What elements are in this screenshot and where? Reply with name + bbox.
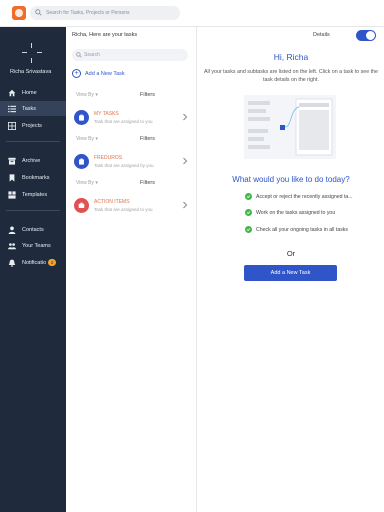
sidebar-item-label: Home xyxy=(22,89,37,96)
task-category-icon xyxy=(74,154,89,169)
task-category-icon xyxy=(74,198,89,213)
option-work-on-tasks[interactable]: Work on the tasks assigned to you xyxy=(245,209,335,216)
search-icon xyxy=(76,52,82,58)
sidebar-item-templates[interactable]: Templates xyxy=(0,187,66,202)
add-new-task-button[interactable]: Add a New Task xyxy=(244,265,337,281)
sidebar-item-label: Tasks xyxy=(22,105,37,112)
search-icon xyxy=(35,9,42,16)
chevron-right-icon xyxy=(183,113,188,121)
filters-button[interactable]: Filters xyxy=(140,180,155,186)
sidebar-item-archive[interactable]: Archive xyxy=(0,153,66,168)
sidebar-item-label: Bookmarks xyxy=(22,174,50,181)
view-by-dropdown[interactable]: View By xyxy=(76,136,98,142)
task-category-subtitle: Task that are assigned to you xyxy=(94,119,153,124)
task-category-icon xyxy=(74,110,89,125)
tasks-illustration xyxy=(244,95,336,159)
top-bar: Search for Tasks, Projects or Persons xyxy=(0,0,384,27)
sidebar-item-label: Contacts xyxy=(22,226,44,233)
details-panel: Details Hi, Richa All your tasks and sub… xyxy=(198,27,384,512)
team-icon xyxy=(8,242,16,250)
task-list-panel: Richa, Here are your tasks Search + Add … xyxy=(66,27,197,512)
welcome-heading: Hi, Richa xyxy=(273,52,309,62)
view-filter-row: View By Filters xyxy=(76,180,186,188)
check-circle-icon xyxy=(245,193,252,200)
option-label: Check all your ongoing tasks in all task… xyxy=(256,226,348,233)
sidebar-divider xyxy=(6,210,60,211)
task-search-input[interactable]: Search xyxy=(72,49,188,61)
option-label: Work on the tasks assigned to you xyxy=(256,209,336,216)
sidebar-item-label: Your Teams xyxy=(22,242,51,249)
sidebar-item-home[interactable]: Home xyxy=(0,85,66,100)
home-icon xyxy=(8,89,16,97)
task-category-title: MY TASKS xyxy=(94,111,119,117)
sidebar-item-notifications[interactable]: Notificatio 2 xyxy=(0,255,66,270)
view-by-dropdown[interactable]: View By xyxy=(76,180,98,186)
person-icon xyxy=(8,226,16,234)
sidebar-item-label: Projects xyxy=(22,122,42,129)
sidebar: Richa Srivastava Home Tasks Projects Arc… xyxy=(0,27,66,512)
sidebar-item-label: Notificatio xyxy=(22,259,47,266)
grid-icon xyxy=(8,121,16,130)
sidebar-item-your-teams[interactable]: Your Teams xyxy=(0,238,66,253)
add-task-label: Add a New Task xyxy=(85,70,125,77)
task-list-greeting: Richa, Here are your tasks xyxy=(72,32,138,38)
task-category-action-items[interactable]: ACTION ITEMS Task that are assigned to y… xyxy=(74,196,188,218)
task-category-subtitle: Task that are assigned by you xyxy=(94,163,154,168)
check-circle-icon xyxy=(245,209,252,216)
check-circle-icon xyxy=(245,226,252,233)
task-category-freduros[interactable]: FREDUROS Task that are assigned by you xyxy=(74,152,188,174)
bell-icon xyxy=(8,259,16,267)
template-icon xyxy=(8,190,16,199)
task-category-my-tasks[interactable]: MY TASKS Task that are assigned to you xyxy=(74,108,188,130)
sidebar-item-contacts[interactable]: Contacts xyxy=(0,222,66,237)
sidebar-item-label: Archive xyxy=(22,157,41,164)
details-toggle-label: Details xyxy=(313,32,330,38)
task-category-subtitle: Task that are assigned to you xyxy=(94,207,153,212)
option-accept-reject[interactable]: Accept or reject the recently assigned t… xyxy=(245,193,353,200)
notification-count-badge: 2 xyxy=(48,259,57,266)
sidebar-item-label: Templates xyxy=(22,191,48,198)
option-check-ongoing[interactable]: Check all your ongoing tasks in all task… xyxy=(245,226,348,233)
task-category-title: ACTION ITEMS xyxy=(94,199,130,205)
bookmark-icon xyxy=(8,173,16,182)
welcome-text: All your tasks and subtasks are listed o… xyxy=(204,69,379,83)
archive-icon xyxy=(8,157,16,165)
avatar[interactable] xyxy=(22,43,42,63)
view-by-dropdown[interactable]: View By xyxy=(76,92,98,98)
user-name: Richa Srivastava xyxy=(10,69,52,75)
view-filter-row: View By Filters xyxy=(76,92,186,100)
or-separator: Or xyxy=(286,249,296,258)
prompt-question: What would you like to do today? xyxy=(232,175,350,184)
filters-button[interactable]: Filters xyxy=(140,92,155,98)
sidebar-item-bookmarks[interactable]: Bookmarks xyxy=(0,170,66,185)
global-search-input[interactable]: Search for Tasks, Projects or Persons xyxy=(30,6,180,20)
list-icon xyxy=(8,105,16,113)
filters-button[interactable]: Filters xyxy=(140,136,155,142)
task-category-title: FREDUROS xyxy=(94,155,123,161)
add-task-link[interactable]: + Add a New Task xyxy=(72,69,125,78)
details-toggle[interactable] xyxy=(356,30,376,41)
app-logo-icon[interactable] xyxy=(12,6,26,20)
sidebar-divider xyxy=(6,141,60,142)
sidebar-item-projects[interactable]: Projects xyxy=(0,118,66,133)
global-search-placeholder: Search for Tasks, Projects or Persons xyxy=(46,10,130,16)
view-filter-row: View By Filters xyxy=(76,136,186,144)
chevron-right-icon xyxy=(183,201,188,209)
sidebar-item-tasks[interactable]: Tasks xyxy=(0,101,66,116)
option-label: Accept or reject the recently assigned t… xyxy=(256,193,353,200)
chevron-right-icon xyxy=(183,157,188,165)
plus-circle-icon: + xyxy=(72,69,81,78)
task-search-placeholder: Search xyxy=(84,52,100,58)
